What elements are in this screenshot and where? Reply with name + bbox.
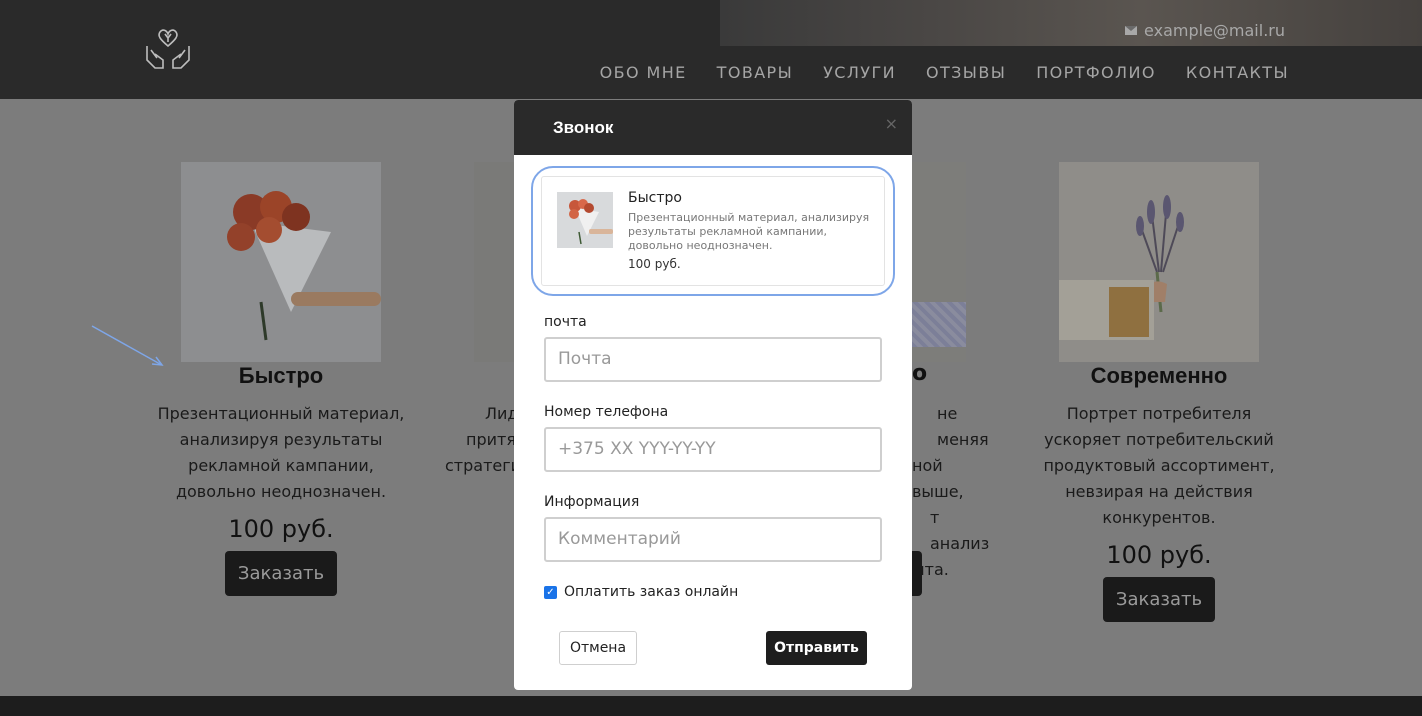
product-photo xyxy=(912,162,966,362)
cancel-button[interactable]: Отмена xyxy=(559,631,637,665)
comment-field[interactable]: Комментарий xyxy=(544,517,882,562)
product-description-partial: Лид притя стратеги xyxy=(445,404,522,475)
product-description: Презентационный материал, анализируя рез… xyxy=(628,211,870,252)
email-text: example@mail.ru xyxy=(1144,21,1285,40)
email-label: почта xyxy=(544,314,587,330)
product-price: 100 руб. xyxy=(1106,541,1212,569)
phone-label: Номер телефона xyxy=(544,404,669,420)
modal-header: Звонок × xyxy=(514,100,912,155)
product-photo xyxy=(1059,162,1259,362)
header-email[interactable]: example@mail.ru xyxy=(1125,21,1285,40)
footer-strip xyxy=(0,696,1422,716)
main-nav: ОБО МНЕ ТОВАРЫ УСЛУГИ ОТЗЫВЫ ПОРТФОЛИО К… xyxy=(600,63,1289,82)
close-icon[interactable]: × xyxy=(885,114,898,133)
nav-item-about[interactable]: ОБО МНЕ xyxy=(600,63,687,82)
nav-item-contacts[interactable]: КОНТАКТЫ xyxy=(1186,63,1289,82)
product-photo xyxy=(474,162,514,362)
modal-title: Звонок xyxy=(553,118,614,137)
product-photo xyxy=(181,162,381,362)
site-header: example@mail.ru ОБО МНЕ ТОВАРЫ УСЛУГИ ОТ… xyxy=(0,0,1422,99)
product-thumbnail xyxy=(557,192,613,248)
product-description: Портрет потребителя ускоряет потребитель… xyxy=(1043,404,1275,527)
product-name: Быстро xyxy=(628,190,682,206)
nav-item-services[interactable]: УСЛУГИ xyxy=(823,63,896,82)
selected-product: Быстро Презентационный материал, анализи… xyxy=(541,176,885,286)
nav-item-products[interactable]: ТОВАРЫ xyxy=(717,63,793,82)
checkbox[interactable]: ✓ xyxy=(544,585,557,599)
order-button[interactable]: Заказать xyxy=(225,551,337,596)
product-title-partial: о xyxy=(912,361,928,386)
product-title: Быстро xyxy=(238,363,324,388)
product-title: Современно xyxy=(1090,363,1228,388)
product-description-partial: не меняя ной выше, т анализ ыта. xyxy=(912,404,990,579)
product-card: Быстро Презентационный материал, анализи… xyxy=(151,162,411,596)
nav-item-reviews[interactable]: ОТЗЫВЫ xyxy=(926,63,1006,82)
selected-product-highlight: Быстро Презентационный материал, анализи… xyxy=(531,166,895,296)
product-price: 100 руб. xyxy=(228,515,334,543)
envelope-icon xyxy=(1125,26,1138,35)
order-button[interactable] xyxy=(912,551,922,596)
annotation-arrow-icon xyxy=(91,325,164,366)
product-card: Современно Портрет потребителя ускоряет … xyxy=(1029,162,1289,622)
logo-icon[interactable] xyxy=(143,24,193,74)
checkbox-label: Оплатить заказ онлайн xyxy=(564,584,739,600)
product-description: Презентационный материал, анализируя рез… xyxy=(157,404,405,501)
call-modal: Звонок × Быстро Презентационный материал… xyxy=(514,100,912,690)
email-field[interactable]: Почта xyxy=(544,337,882,382)
header-background-photo xyxy=(720,0,1422,46)
nav-item-portfolio[interactable]: ПОРТФОЛИО xyxy=(1036,63,1156,82)
pay-online-option[interactable]: ✓ Оплатить заказ онлайн xyxy=(544,584,738,600)
info-label: Информация xyxy=(544,494,640,510)
product-price: 100 руб. xyxy=(628,257,681,271)
order-button[interactable]: Заказать xyxy=(1103,577,1215,622)
submit-button[interactable]: Отправить xyxy=(766,631,867,665)
phone-field[interactable]: +375 XX YYY-YY-YY xyxy=(544,427,882,472)
